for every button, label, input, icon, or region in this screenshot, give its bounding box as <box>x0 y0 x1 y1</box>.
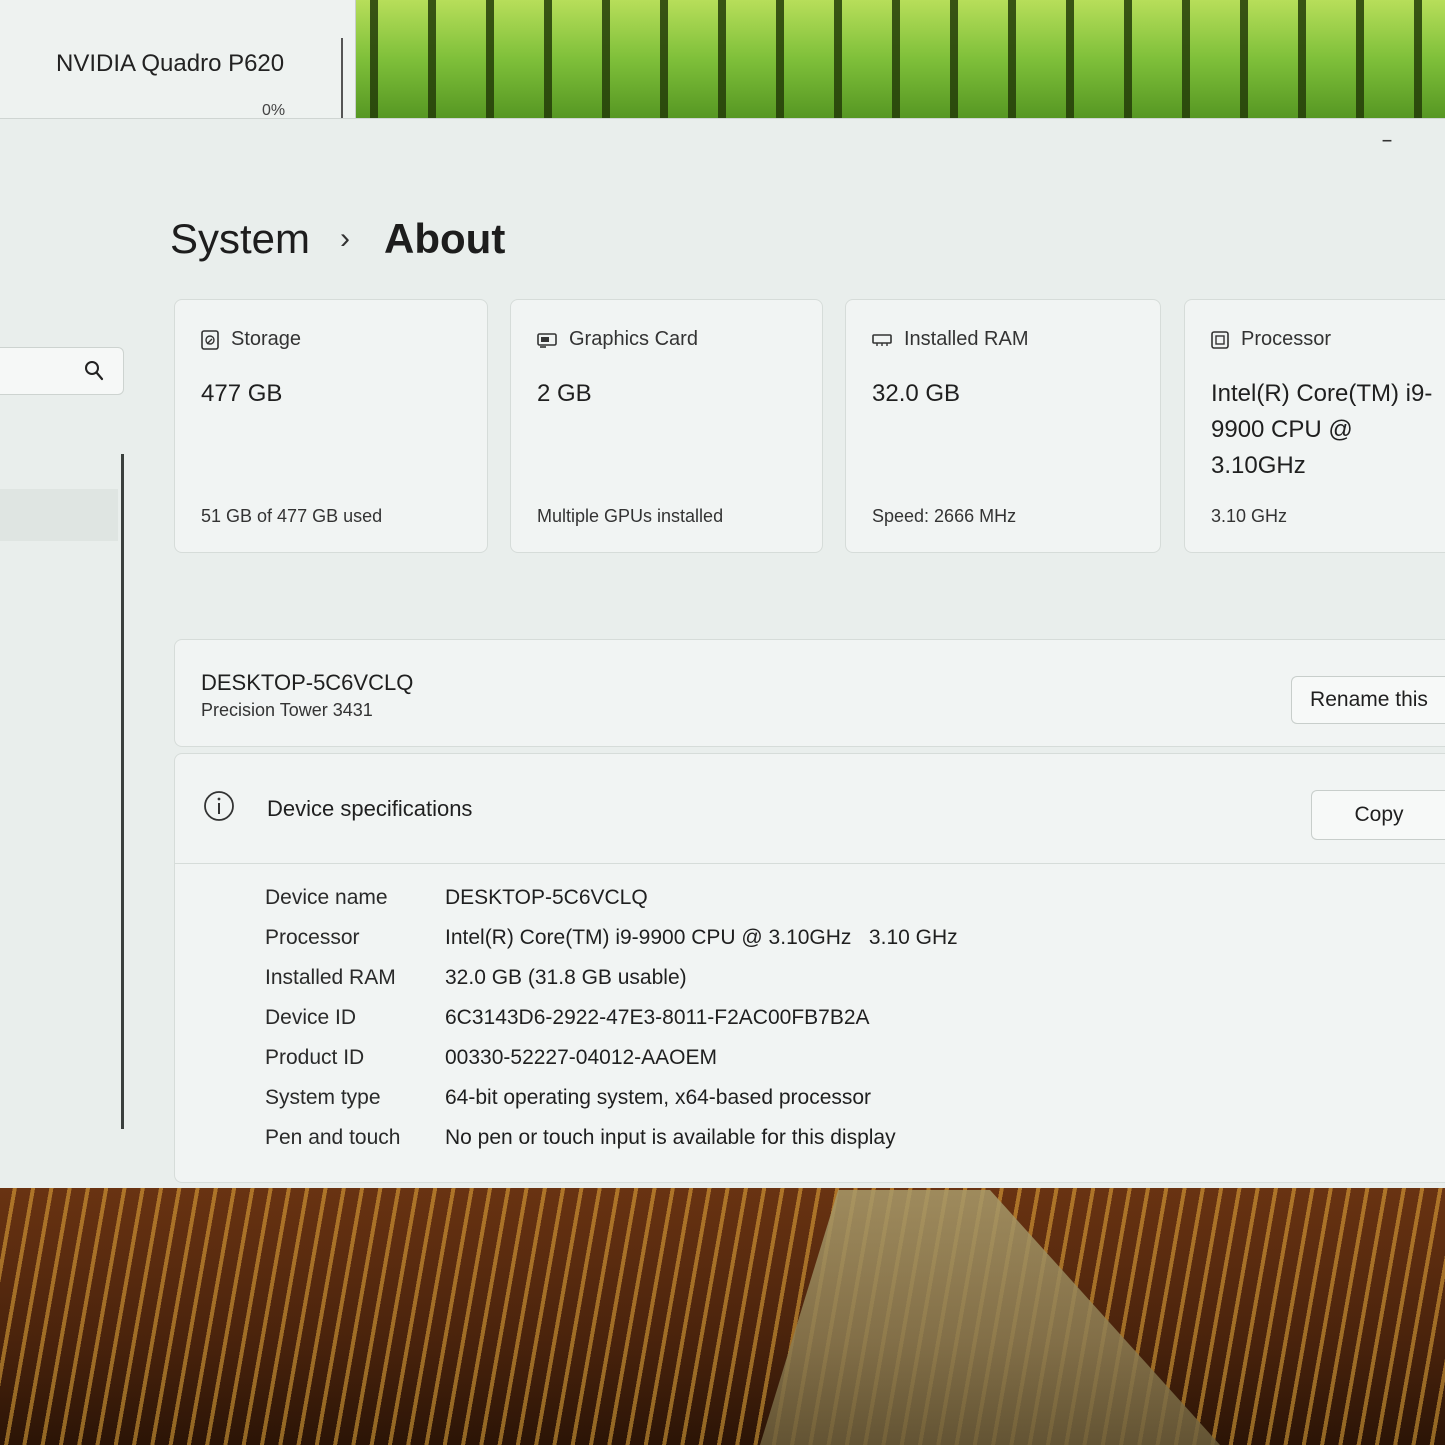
breadcrumb-parent[interactable]: System <box>170 215 310 263</box>
nav-scrollbar[interactable] <box>121 454 124 1129</box>
info-icon <box>204 791 234 821</box>
storage-card[interactable]: Storage 477 GB 51 GB of 477 GB used <box>174 299 488 553</box>
card-value: Intel(R) Core(TM) i9-9900 CPU @ 3.10GHz <box>1211 380 1433 479</box>
device-model: Precision Tower 3431 <box>201 700 373 720</box>
graphics-card-card[interactable]: Graphics Card 2 GB Multiple GPUs install… <box>510 299 823 553</box>
card-title: Installed RAM <box>904 328 1029 350</box>
spec-row: System type 64-bit operating system, x64… <box>265 1078 958 1118</box>
wallpaper-forest-floor <box>0 1180 1445 1445</box>
spec-label: Pen and touch <box>265 1126 401 1149</box>
section-title: Device specifications <box>267 796 473 821</box>
spec-value: 64-bit operating system, x64-based proce… <box>445 1086 872 1109</box>
processor-card[interactable]: Processor Intel(R) Core(TM) i9-9900 CPU … <box>1184 299 1445 553</box>
breadcrumb: System › About <box>170 215 505 263</box>
device-name-row: DESKTOP-5C6VCLQ Precision Tower 3431 Ren… <box>174 639 1445 747</box>
rename-pc-button[interactable]: Rename this <box>1291 676 1445 724</box>
chevron-right-icon: › <box>340 222 351 255</box>
spec-value: DESKTOP-5C6VCLQ <box>445 886 648 909</box>
card-title: Graphics Card <box>569 328 698 350</box>
spec-table: Device name DESKTOP-5C6VCLQ Processor In… <box>265 878 958 1158</box>
spec-label: Device name <box>265 886 388 909</box>
card-subtext: 51 GB of 477 GB used <box>201 506 383 526</box>
spec-label: Product ID <box>265 1046 365 1069</box>
spec-value: No pen or touch input is available for t… <box>445 1126 896 1149</box>
card-value: 32.0 GB <box>872 380 961 407</box>
task-manager-window: NVIDIA Quadro P620 0% <box>0 0 356 120</box>
spec-row: Product ID 00330-52227-04012-AAOEM <box>265 1038 958 1078</box>
ram-icon <box>872 333 892 346</box>
minimize-button[interactable]: – <box>1378 129 1396 153</box>
device-name: DESKTOP-5C6VCLQ <box>201 670 414 695</box>
spec-row: Processor Intel(R) Core(TM) i9-9900 CPU … <box>265 918 958 958</box>
page-title: About <box>384 215 506 262</box>
spec-value: 6C3143D6-2922-47E3-8011-F2AC00FB7B2A <box>445 1006 870 1029</box>
spec-label: Device ID <box>265 1006 357 1029</box>
card-value: 477 GB <box>201 380 283 407</box>
spec-label: Processor <box>265 926 360 949</box>
copy-button[interactable]: Copy <box>1311 790 1445 840</box>
spec-row: Device name DESKTOP-5C6VCLQ <box>265 878 958 918</box>
search-input[interactable] <box>0 347 124 395</box>
spec-value: 00330-52227-04012-AAOEM <box>445 1046 718 1069</box>
card-value: 2 GB <box>537 380 592 407</box>
spec-label: Installed RAM <box>265 966 396 989</box>
card-title: Storage <box>231 328 302 350</box>
graphics-card-icon <box>537 332 557 348</box>
spec-row: Installed RAM 32.0 GB (31.8 GB usable) <box>265 958 958 998</box>
processor-icon <box>1211 330 1229 349</box>
task-manager-scrollbar[interactable] <box>341 38 343 118</box>
card-title: Processor <box>1241 328 1332 350</box>
gpu-name[interactable]: NVIDIA Quadro P620 <box>56 50 284 78</box>
storage-icon <box>201 329 219 350</box>
nav-selected-item[interactable] <box>0 489 118 541</box>
spec-label: System type <box>265 1086 381 1109</box>
spec-row: Device ID 6C3143D6-2922-47E3-8011-F2AC00… <box>265 998 958 1038</box>
card-subtext: 3.10 GHz <box>1211 506 1288 526</box>
spec-row: Pen and touch No pen or touch input is a… <box>265 1118 958 1158</box>
card-subtext: Multiple GPUs installed <box>537 506 724 526</box>
search-icon <box>85 361 104 381</box>
spec-value: 32.0 GB (31.8 GB usable) <box>445 966 687 989</box>
spec-value: Intel(R) Core(TM) i9-9900 CPU @ 3.10GHz … <box>445 926 958 949</box>
settings-window: – System › About Storage 477 GB 51 GB of… <box>0 118 1445 1188</box>
device-specifications-panel: Device specifications Copy Device name D… <box>174 753 1445 1183</box>
card-subtext: Speed: 2666 MHz <box>872 506 1017 526</box>
installed-ram-card[interactable]: Installed RAM 32.0 GB Speed: 2666 MHz <box>845 299 1161 553</box>
device-specifications-header[interactable]: Device specifications Copy <box>175 754 1445 864</box>
